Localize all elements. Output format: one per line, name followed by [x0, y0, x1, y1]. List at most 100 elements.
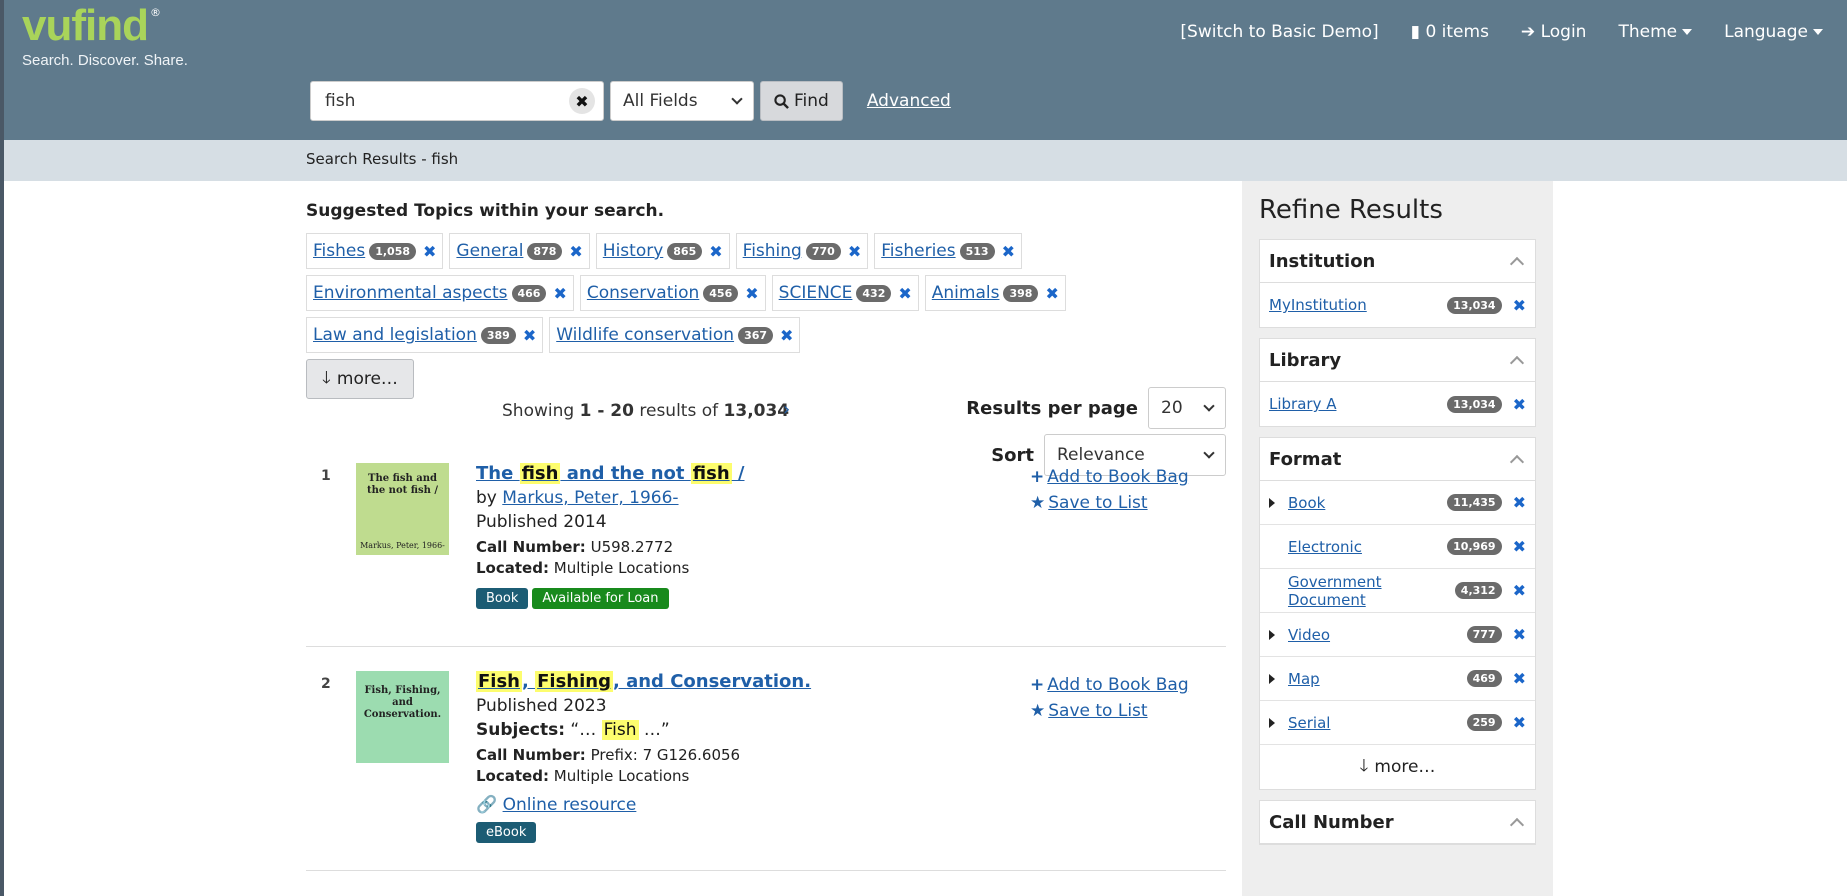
facet-count: 13,034	[1447, 296, 1502, 314]
exclude-facet-icon[interactable]: ✖	[1513, 537, 1526, 556]
switch-demo-link[interactable]: [Switch to Basic Demo]	[1180, 22, 1378, 42]
save-to-list-link[interactable]: ★ Save to List	[1030, 701, 1189, 721]
expand-triangle-icon[interactable]	[1269, 497, 1275, 508]
facet-item-link[interactable]: Map	[1288, 670, 1467, 688]
exclude-facet-icon[interactable]: ✖	[1513, 625, 1526, 644]
save-to-list-link[interactable]: ★ Save to List	[1030, 493, 1189, 513]
topic-link[interactable]: Law and legislation	[313, 325, 477, 345]
topic-item: Fishes 1,058 ✖	[306, 233, 444, 269]
record-title-link[interactable]: Fish, Fishing, and Conservation.	[476, 671, 811, 692]
exclude-facet-icon[interactable]: ✖	[1513, 713, 1526, 732]
topic-link[interactable]: Conservation	[587, 283, 699, 303]
remove-topic-icon[interactable]: ✖	[745, 284, 758, 303]
more-topics-button[interactable]: 🡓 more…	[306, 359, 414, 399]
record-details: The fish and the not fish / by Markus, P…	[476, 463, 745, 609]
exclude-facet-icon[interactable]: ✖	[1513, 581, 1526, 600]
facet-item-link[interactable]: Video	[1288, 626, 1467, 644]
status-badge: Available for Loan	[532, 588, 669, 609]
search-field-select[interactable]: All Fields	[610, 81, 754, 121]
add-to-book-bag-label: Add to Book Bag	[1047, 467, 1189, 487]
login-link[interactable]: ➔ Login	[1521, 22, 1587, 42]
facet-more-button[interactable]: 🡓 more…	[1260, 745, 1535, 789]
facet-count: 10,969	[1447, 538, 1502, 555]
author-link[interactable]: Markus, Peter, 1966-	[502, 488, 678, 508]
results-range: 1 - 20	[579, 401, 634, 421]
remove-topic-icon[interactable]: ✖	[1045, 284, 1058, 303]
exclude-facet-icon[interactable]: ✖	[1513, 395, 1526, 414]
results-per-page-select[interactable]: 20	[1148, 387, 1226, 429]
cover-title: The fish and the not fish /	[366, 473, 439, 496]
facet-item-link[interactable]: Book	[1288, 494, 1447, 512]
topic-link[interactable]: Fishing	[743, 241, 802, 261]
topic-link[interactable]: History	[603, 241, 663, 261]
find-button[interactable]: Find	[760, 81, 843, 121]
facet-header[interactable]: Call Number	[1260, 801, 1535, 844]
facet-item: Government Document 4,312 ✖	[1260, 569, 1535, 613]
remove-topic-icon[interactable]: ✖	[1002, 242, 1015, 261]
topic-link[interactable]: SCIENCE	[779, 283, 853, 303]
remove-topic-icon[interactable]: ✖	[523, 326, 536, 345]
remove-topic-icon[interactable]: ✖	[848, 242, 861, 261]
cover-thumbnail[interactable]: Fish, Fishing, and Conservation.	[356, 671, 449, 763]
facet-item-link[interactable]: Government Document	[1288, 573, 1455, 609]
facet-item-link[interactable]: MyInstitution	[1269, 296, 1447, 314]
facet-count: 11,435	[1447, 494, 1502, 511]
remove-topic-icon[interactable]: ✖	[780, 326, 793, 345]
facet-header[interactable]: Institution	[1260, 240, 1535, 283]
expand-triangle-icon[interactable]	[1269, 717, 1275, 728]
expand-triangle-icon[interactable]	[1269, 629, 1275, 640]
search-input[interactable]: fish ✖	[310, 81, 604, 121]
topic-link[interactable]: Fisheries	[881, 241, 955, 261]
facet-item: MyInstitution 13,034 ✖	[1260, 283, 1535, 327]
add-to-book-bag-link[interactable]: + Add to Book Bag	[1030, 467, 1189, 487]
title-highlight: fish	[519, 463, 561, 484]
expand-triangle-icon[interactable]	[1269, 673, 1275, 684]
topic-link[interactable]: Environmental aspects	[313, 283, 508, 303]
caret-down-icon	[1682, 29, 1693, 35]
topic-link[interactable]: General	[456, 241, 523, 261]
topic-link[interactable]: Wildlife conservation	[556, 325, 734, 345]
topic-count: 770	[805, 242, 841, 260]
facet-header[interactable]: Library	[1260, 339, 1535, 382]
arrow-down-icon: 🡓	[322, 367, 331, 388]
subjects-label: Subjects:	[476, 720, 565, 740]
next-page-icon[interactable]: ›	[783, 399, 790, 420]
facet-title: Library	[1269, 349, 1342, 371]
chevron-down-icon	[1203, 400, 1215, 412]
facet-item-link[interactable]: Library A	[1269, 395, 1447, 413]
book-bag-link[interactable]: ▮ 0 items	[1411, 22, 1489, 42]
clear-search-icon[interactable]: ✖	[569, 88, 595, 114]
add-to-book-bag-link[interactable]: + Add to Book Bag	[1030, 675, 1189, 695]
remove-topic-icon[interactable]: ✖	[898, 284, 911, 303]
exclude-facet-icon[interactable]: ✖	[1513, 296, 1526, 315]
remove-topic-icon[interactable]: ✖	[423, 242, 436, 261]
subjects-highlight: Fish	[601, 720, 639, 740]
facet-item-link[interactable]: Electronic	[1288, 538, 1447, 556]
sort-value: Relevance	[1057, 445, 1145, 465]
exclude-facet-icon[interactable]: ✖	[1513, 493, 1526, 512]
topic-link[interactable]: Animals	[932, 283, 1000, 303]
remove-topic-icon[interactable]: ✖	[553, 284, 566, 303]
topic-count: 398	[1003, 284, 1039, 302]
arrow-down-icon: 🡓	[1359, 755, 1369, 776]
logo[interactable]: vufind ® Search. Discover. Share.	[22, 4, 188, 70]
theme-dropdown[interactable]: Theme	[1618, 22, 1693, 42]
login-icon: ➔	[1520, 22, 1541, 42]
cover-thumbnail[interactable]: The fish and the not fish / Markus, Pete…	[356, 463, 449, 555]
remove-topic-icon[interactable]: ✖	[569, 242, 582, 261]
topic-link[interactable]: Fishes	[313, 241, 365, 261]
record-call-number: Call Number: Prefix: 7 G126.6056	[476, 746, 811, 764]
format-badge: eBook	[476, 822, 537, 843]
remove-topic-icon[interactable]: ✖	[709, 242, 722, 261]
chevron-up-icon	[1509, 454, 1525, 470]
language-dropdown[interactable]: Language	[1724, 22, 1823, 42]
facet-header[interactable]: Format	[1260, 438, 1535, 481]
registered-mark: ®	[150, 6, 161, 19]
advanced-search-link[interactable]: Advanced	[867, 91, 951, 111]
exclude-facet-icon[interactable]: ✖	[1513, 669, 1526, 688]
online-resource-label: Online resource	[502, 795, 637, 815]
record-title-link[interactable]: The fish and the not fish /	[476, 463, 745, 484]
facet-item-link[interactable]: Serial	[1288, 714, 1467, 732]
online-resource-link[interactable]: 🔗 Online resource	[476, 795, 811, 815]
title-part: ,	[522, 671, 536, 692]
